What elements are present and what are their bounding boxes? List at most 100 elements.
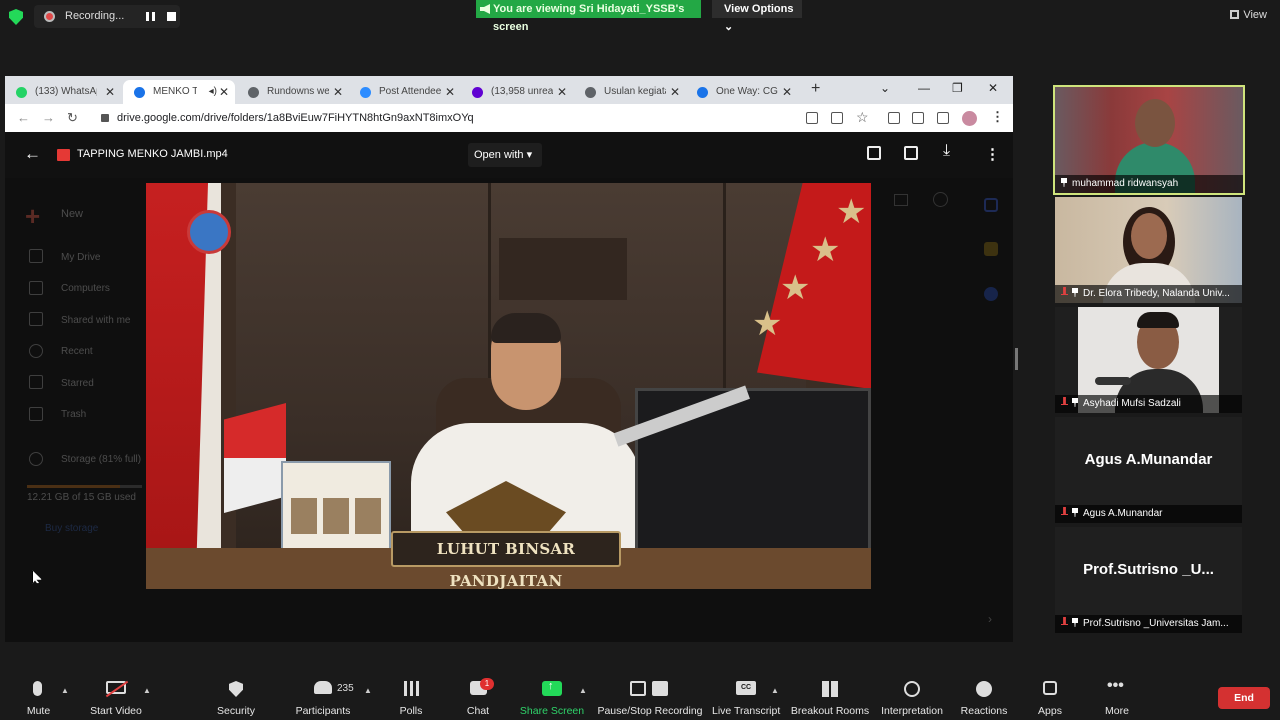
close-icon[interactable]: ✕: [557, 80, 567, 104]
audio-options-caret[interactable]: ▲: [61, 686, 69, 695]
plane-icon: [697, 87, 708, 98]
close-icon[interactable]: ✕: [670, 80, 680, 104]
share-screen-button[interactable]: ↑ Share Screen: [518, 672, 586, 720]
speaker-icon[interactable]: ◂): [209, 80, 217, 104]
participants-options-caret[interactable]: ▲: [364, 686, 372, 695]
panel-resize-handle[interactable]: [1015, 348, 1018, 370]
restore-icon[interactable]: ❐: [952, 81, 963, 95]
reactions-button[interactable]: Reactions: [958, 672, 1010, 720]
browser-tab[interactable]: One Way: CGK ✕: [686, 80, 798, 104]
view-options-button[interactable]: View Options ⌄: [712, 0, 802, 33]
zoom-icon: [360, 87, 371, 98]
chrome-menu-icon[interactable]: ⋮: [991, 109, 1004, 125]
close-icon[interactable]: ✕: [445, 80, 455, 104]
back-arrow-icon[interactable]: ←: [24, 144, 41, 164]
tab-search-icon[interactable]: ⌄: [880, 81, 890, 95]
video-file-icon: [57, 149, 70, 161]
muted-mic-icon: [1061, 287, 1068, 295]
chevron-right-icon: ›: [988, 612, 992, 626]
browser-tab[interactable]: Post Attendee ✕: [349, 80, 461, 104]
participant-tile[interactable]: muhammad ridwansyah: [1053, 85, 1245, 195]
pause-stop-label: Pause/Stop Recording: [597, 705, 703, 717]
interpretation-button[interactable]: Interpretation: [878, 672, 946, 720]
pause-icon[interactable]: [146, 12, 155, 21]
extensions-icon[interactable]: [888, 112, 900, 124]
participant-tile[interactable]: Agus A.Munandar Agus A.Munandar: [1055, 417, 1242, 523]
close-icon[interactable]: ✕: [333, 80, 343, 104]
new-button-label: New: [61, 208, 84, 220]
end-meeting-button[interactable]: End: [1218, 687, 1270, 709]
stop-icon[interactable]: [167, 12, 176, 21]
grid-icon: [1230, 10, 1240, 19]
breakout-rooms-label: Breakout Rooms: [790, 705, 870, 717]
download-icon[interactable]: ⤓: [943, 142, 950, 160]
share-icon[interactable]: [831, 112, 843, 124]
share-options-caret[interactable]: ▲: [579, 686, 587, 695]
more-button[interactable]: ••• More: [1097, 672, 1137, 720]
viewing-screen-banner: You are viewing Sri Hidayati_YSSB's scre…: [476, 0, 701, 33]
live-transcript-button[interactable]: CC Live Transcript: [712, 672, 780, 720]
sidebar-item-recent: Recent: [61, 346, 93, 357]
start-video-button[interactable]: Start Video: [86, 672, 146, 720]
add-comment-icon[interactable]: [904, 146, 918, 160]
arrow-up-icon: ↑: [548, 680, 554, 692]
add-to-folder-icon[interactable]: [867, 146, 881, 160]
transcript-options-caret[interactable]: ▲: [771, 686, 779, 695]
mute-button[interactable]: Mute: [16, 672, 61, 720]
back-nav-icon[interactable]: ←: [17, 110, 30, 125]
apps-button[interactable]: Apps: [1030, 672, 1070, 720]
close-icon[interactable]: ✕: [219, 80, 229, 104]
breakout-rooms-button[interactable]: Breakout Rooms: [790, 672, 870, 720]
polls-label: Polls: [399, 705, 423, 717]
globe-icon: [248, 87, 259, 98]
more-options-icon[interactable]: ⋮: [985, 145, 1000, 163]
url-field[interactable]: drive.google.com/drive/folders/1a8BviEuw…: [90, 107, 790, 129]
participant-tile[interactable]: Asyhadi Mufsi Sadzali: [1055, 307, 1242, 413]
pause-stop-recording-button[interactable]: Pause/Stop Recording: [596, 672, 704, 720]
reload-icon[interactable]: ↻: [67, 110, 78, 126]
sidebar-item-trash: Trash: [61, 409, 87, 420]
browser-tab-active[interactable]: MENKO TA◂)✕: [123, 80, 235, 104]
media-icon[interactable]: [912, 112, 924, 124]
view-layout-button[interactable]: View: [1230, 9, 1267, 21]
star-icon: ★: [836, 193, 867, 231]
window-close-icon[interactable]: ✕: [988, 81, 998, 95]
close-icon[interactable]: ✕: [105, 80, 115, 104]
new-tab-icon[interactable]: +: [811, 80, 820, 98]
participant-name-bar: muhammad ridwansyah: [1055, 175, 1243, 193]
open-with-button[interactable]: Open with ▾: [468, 143, 542, 167]
forward-nav-icon[interactable]: →: [42, 110, 55, 125]
storage-bar: [27, 485, 142, 488]
participants-button[interactable]: 235 Participants: [292, 672, 354, 720]
browser-tab[interactable]: Rundowns we ✕: [237, 80, 349, 104]
side-panel-icon[interactable]: [937, 112, 949, 124]
starred-icon: [29, 375, 43, 389]
video-player-frame[interactable]: ★ ★ ★ ★ LUHUT BINSAR PANDJAITAN: [146, 183, 871, 589]
cloud-icon: [29, 452, 43, 466]
view-options-label: View Options: [724, 3, 794, 15]
participant-tile[interactable]: Dr. Elora Tribedy, Nalanda Univ...: [1055, 197, 1242, 303]
participant-display-name: Agus A.Munandar: [1084, 451, 1213, 468]
browser-tab[interactable]: (133) WhatsApp✕: [5, 80, 121, 104]
profile-avatar[interactable]: [962, 111, 977, 126]
polls-button[interactable]: Polls: [392, 672, 430, 720]
shield-icon[interactable]: [9, 9, 23, 25]
chat-button[interactable]: 1 Chat: [458, 672, 498, 720]
browser-tab[interactable]: (13,958 unread ✕: [461, 80, 573, 104]
close-icon[interactable]: ✕: [782, 80, 792, 104]
participant-name-bar: Prof.Sutrisno _Universitas Jam...: [1055, 615, 1242, 633]
star-icon[interactable]: ☆: [856, 109, 869, 126]
keep-icon: [984, 242, 998, 256]
install-icon[interactable]: [806, 112, 818, 124]
participant-display-name: Prof.Sutrisno _U...: [1083, 561, 1214, 578]
security-button[interactable]: Security: [210, 672, 262, 720]
participant-tile[interactable]: Prof.Sutrisno _U... Prof.Sutrisno _Unive…: [1055, 527, 1242, 633]
minimize-icon[interactable]: —: [918, 81, 930, 95]
muted-mic-icon: [1061, 507, 1068, 515]
browser-tab[interactable]: Usulan kegiata ✕: [574, 80, 686, 104]
my-drive-icon: [29, 249, 43, 263]
video-options-caret[interactable]: ▲: [143, 686, 151, 695]
caret-down-icon: ▾: [523, 149, 533, 161]
pin-icon: [1072, 618, 1078, 627]
desk-flag-white: [224, 458, 286, 513]
